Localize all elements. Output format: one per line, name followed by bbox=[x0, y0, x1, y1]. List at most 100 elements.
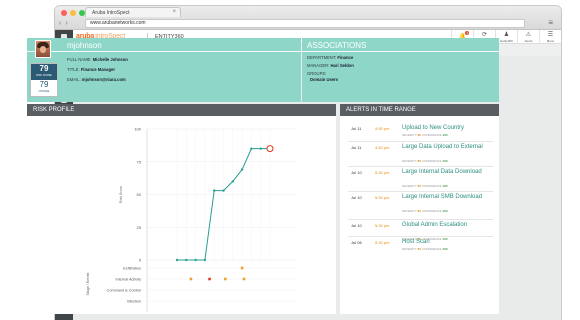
y-tick-label: 100 bbox=[134, 127, 141, 132]
data-point bbox=[222, 189, 225, 192]
email-label: EMAIL: bbox=[67, 77, 81, 82]
divider bbox=[348, 219, 493, 220]
title-value: Finance Manager bbox=[80, 67, 115, 72]
alert-title-link[interactable]: Global Admin Escalation bbox=[402, 222, 492, 229]
change-value: 79 bbox=[39, 80, 49, 89]
groups-value: Domain Users bbox=[310, 77, 339, 82]
confidence-value: 100 bbox=[442, 247, 448, 251]
forward-icon[interactable]: › bbox=[65, 19, 67, 28]
associations-card: ASSOCIATIONS DEPARTMENT: Finance MANAGER… bbox=[302, 38, 499, 102]
event-row-label: Infection bbox=[127, 299, 141, 303]
menu-button[interactable]: ☰ Menu bbox=[539, 30, 561, 44]
alert-title-link[interactable]: Large Data Upload to External bbox=[402, 144, 492, 151]
browser-tab[interactable]: Aruba IntroSpect × bbox=[85, 7, 181, 17]
confidence-value: 100 bbox=[442, 159, 448, 163]
confidence-label: CONFIDENCE bbox=[421, 159, 442, 163]
alert-time: 5:30 pm bbox=[375, 223, 390, 228]
confidence-value: 100 bbox=[442, 184, 448, 188]
data-point bbox=[231, 180, 234, 183]
tool-label: Menu bbox=[546, 38, 555, 43]
email-value: mjohnson@niara.com bbox=[81, 77, 126, 82]
event-marker bbox=[208, 277, 211, 281]
alert-meta: SEVERITY 80 CONFIDENCE 100 bbox=[402, 133, 448, 137]
manager-label: MANAGER: bbox=[307, 63, 330, 68]
alert-date: Jul 10 bbox=[351, 170, 362, 175]
risk-score-value: 79 bbox=[39, 64, 49, 73]
alert-time: 5:30 pm bbox=[375, 240, 390, 245]
alerts-icon: ⚠ bbox=[525, 31, 532, 38]
title-label: TITLE: bbox=[67, 67, 80, 72]
username: mjohnson bbox=[67, 41, 102, 50]
severity-label: SEVERITY bbox=[402, 159, 417, 163]
browser-menu-icon[interactable]: ≡ bbox=[548, 18, 553, 27]
severity-label: SEVERITY bbox=[402, 184, 417, 188]
tab-close-icon[interactable]: × bbox=[172, 9, 176, 15]
address-bar[interactable]: www.arubanetworks.com bbox=[85, 19, 525, 28]
tool-label: Entity360 bbox=[500, 38, 513, 43]
divider bbox=[348, 166, 493, 167]
risk-score-label: RISK SCORE bbox=[36, 74, 52, 77]
back-icon[interactable]: ‹ bbox=[59, 19, 61, 28]
severity-value: 60 bbox=[417, 247, 421, 251]
alert-time: 4:50 pm bbox=[375, 145, 390, 150]
alert-time: 4:50 pm bbox=[375, 126, 390, 131]
tool-label: Alerts bbox=[524, 38, 533, 43]
divider bbox=[348, 191, 493, 192]
severity-label: SEVERITY bbox=[402, 133, 417, 137]
user-profile-card: 79 RISK SCORE 79 CHANGE mjohnson FULL NA… bbox=[27, 38, 301, 102]
browser-nav: ‹ › bbox=[59, 19, 68, 28]
full-name-value: Michelle Johnson bbox=[92, 57, 128, 62]
confidence-value: 100 bbox=[442, 133, 448, 137]
tab-title: Aruba IntroSpect bbox=[92, 10, 130, 16]
alerts-panel: ALERTS IN TIME RANGE Jul 11 4:50 pm Upload… bbox=[340, 104, 499, 314]
alert-title-link[interactable]: Large Internal SMB Download bbox=[402, 194, 492, 201]
alert-date: Jul 10 bbox=[351, 195, 362, 200]
event-marker bbox=[224, 277, 227, 281]
alert-date: Jul 11 bbox=[351, 145, 362, 150]
divider bbox=[348, 141, 493, 142]
minimize-window-button[interactable] bbox=[70, 10, 76, 16]
alert-meta: SEVERITY 60 CONFIDENCE 100 bbox=[402, 247, 448, 251]
risk-chart: 100 75 50 25 0 Risk Score Exfiltration Internal… bbox=[86, 127, 297, 312]
alert-meta: SEVERITY 80 CONFIDENCE 100 bbox=[402, 159, 448, 163]
severity-value: 80 bbox=[417, 159, 421, 163]
y-axis-label: Risk Score bbox=[119, 186, 123, 203]
alerts-button[interactable]: ⚠ Alerts bbox=[517, 30, 539, 44]
y-tick-label: 25 bbox=[137, 225, 142, 230]
full-name-label: FULL NAME: bbox=[67, 57, 92, 62]
browser-chrome: Aruba IntroSpect × ‹ › www.arubanetworks… bbox=[55, 6, 561, 30]
url-text: www.arubanetworks.com bbox=[90, 20, 146, 26]
divider bbox=[348, 236, 493, 237]
alerts-heading: ALERTS IN TIME RANGE bbox=[340, 104, 499, 116]
change-label: CHANGE bbox=[38, 90, 50, 93]
severity-value: 80 bbox=[417, 209, 421, 213]
alert-title-link[interactable]: Host Scan bbox=[402, 239, 492, 246]
alert-date: Jul 11 bbox=[351, 126, 362, 131]
close-window-button[interactable] bbox=[61, 10, 67, 16]
alert-title-link[interactable]: Large Internal Data Download bbox=[402, 169, 492, 176]
data-point bbox=[185, 258, 188, 262]
alert-title-link[interactable]: Upload to New Country bbox=[402, 125, 492, 132]
event-row-label: Internal Activity bbox=[115, 277, 141, 281]
divider bbox=[302, 51, 499, 52]
risk-profile-heading: RISK PROFILE bbox=[27, 104, 336, 116]
y-tick-label: 0 bbox=[139, 258, 142, 263]
confidence-value: 100 bbox=[442, 209, 448, 213]
confidence-label: CONFIDENCE bbox=[421, 184, 442, 188]
profile-fields: FULL NAME: Michelle Johnson TITLE: Finan… bbox=[67, 55, 128, 85]
department-value: Finance bbox=[337, 55, 354, 60]
data-point bbox=[240, 168, 244, 171]
risk-profile-panel: RISK PROFILE 100 75 50 25 0 Risk Score Exfiltr… bbox=[27, 104, 336, 314]
associations-fields: DEPARTMENT: Finance MANAGER: Hari Seldon… bbox=[307, 55, 354, 83]
y-tick-label: 75 bbox=[137, 159, 142, 164]
severity-label: SEVERITY bbox=[402, 209, 417, 213]
department-label: DEPARTMENT: bbox=[307, 55, 337, 60]
alert-date: Jul 06 bbox=[351, 240, 362, 245]
severity-value: 60 bbox=[417, 184, 421, 188]
data-point bbox=[203, 258, 207, 262]
alert-meta: SEVERITY 60 CONFIDENCE 100 bbox=[402, 184, 448, 188]
risk-score-box: 79 RISK SCORE 79 CHANGE bbox=[30, 63, 58, 97]
event-marker bbox=[242, 277, 246, 281]
entity360-icon: ♟ bbox=[503, 31, 510, 38]
data-point bbox=[213, 189, 216, 192]
